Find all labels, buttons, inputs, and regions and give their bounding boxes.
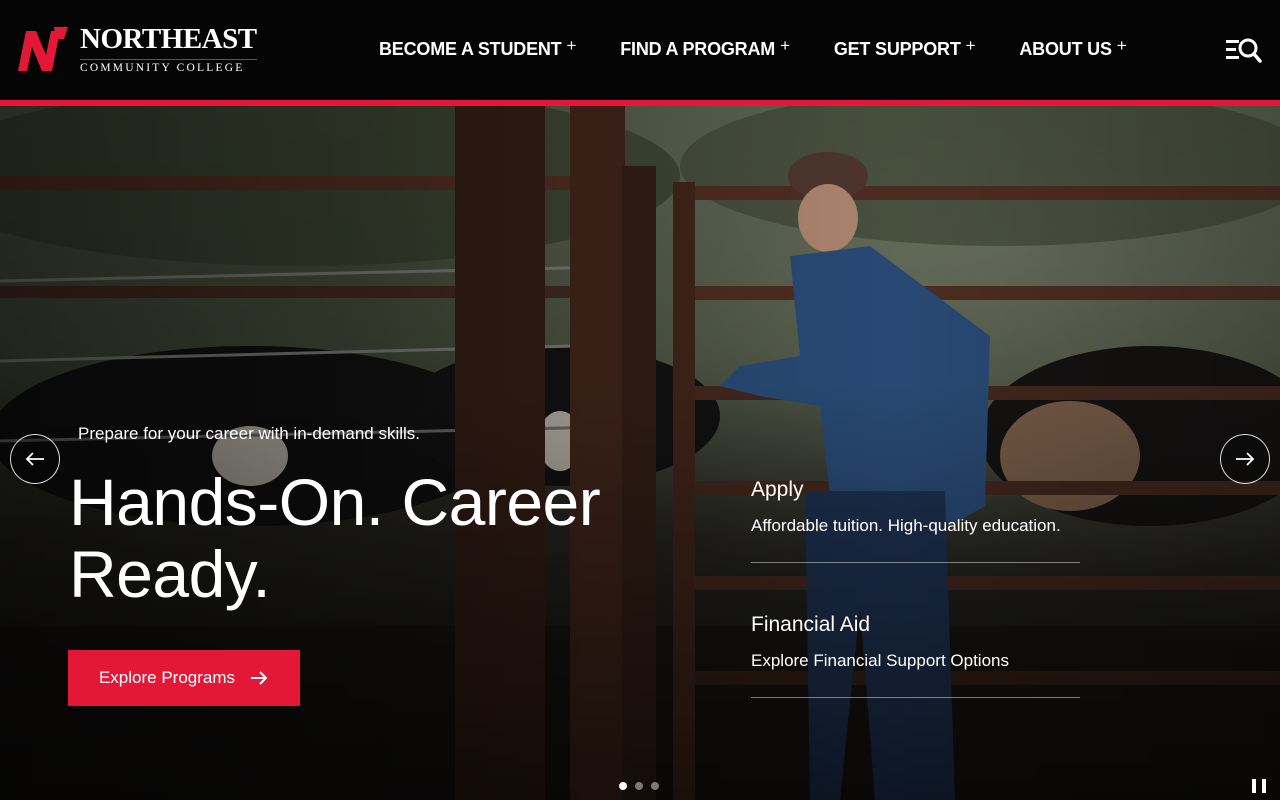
college-logo[interactable]: NORTHEAST COMMUNITY COLLEGE [16,25,257,75]
plus-icon: + [965,36,976,55]
hero-carousel: Prepare for your career with in-demand s… [0,106,1280,800]
menu-search-icon [1226,38,1262,63]
logo-subtitle: COMMUNITY COLLEGE [80,59,257,75]
explore-programs-button[interactable]: Explore Programs [68,650,300,706]
quick-link-financial-aid[interactable]: Financial Aid Explore Financial Support … [751,613,1080,698]
hero-eyebrow: Prepare for your career with in-demand s… [78,424,421,443]
quick-link-title: Financial Aid [751,613,871,636]
plus-icon: + [780,36,790,55]
nav-get-support[interactable]: GET SUPPORT + [833,36,976,60]
site-header: NORTHEAST COMMUNITY COLLEGE BECOME A STU… [0,0,1280,100]
carousel-next-button[interactable] [1220,434,1270,484]
plus-icon: + [1116,36,1127,55]
nav-label: GET SUPPORT [833,39,961,59]
logo-n-icon [18,27,68,71]
carousel-prev-button[interactable] [10,434,60,484]
logo-name: NORTHEAST [80,23,257,56]
nav-become-a-student[interactable]: BECOME A STUDENT + [379,36,577,60]
nav-find-a-program[interactable]: FIND A PROGRAM + [620,36,790,60]
plus-icon: + [566,36,577,55]
hero-quick-links: Apply Affordable tuition. High-quality e… [751,478,1080,698]
quick-link-description: Affordable tuition. High-quality educati… [751,516,1061,535]
quick-link-apply[interactable]: Apply Affordable tuition. High-quality e… [751,478,1080,563]
arrow-right-icon [251,671,268,685]
nav-about-us[interactable]: ABOUT US + [1019,36,1127,60]
hero-headline: Hands-On. Career Ready. [69,465,601,611]
carousel-dot-3[interactable] [651,782,659,790]
nav-label: BECOME A STUDENT [379,39,562,59]
nav-label: FIND A PROGRAM [620,39,776,59]
cta-label: Explore Programs [98,668,236,687]
arrow-right-icon [1236,452,1255,466]
pause-icon-bar [1262,779,1266,793]
carousel-pagination [619,782,667,790]
arrow-left-icon [25,452,44,466]
carousel-dot-2[interactable] [635,782,643,790]
logo-wordmark: NORTHEAST COMMUNITY COLLEGE [80,25,257,75]
quick-link-description: Explore Financial Support Options [751,651,1009,670]
quick-link-title: Apply [751,478,804,501]
carousel-pause-button[interactable] [1252,779,1266,793]
carousel-dot-1[interactable] [619,782,627,790]
menu-search-button[interactable] [1226,36,1262,64]
main-nav: BECOME A STUDENT + FIND A PROGRAM + GET … [379,36,1127,60]
nav-label: ABOUT US [1019,39,1112,59]
pause-icon [1252,779,1256,793]
